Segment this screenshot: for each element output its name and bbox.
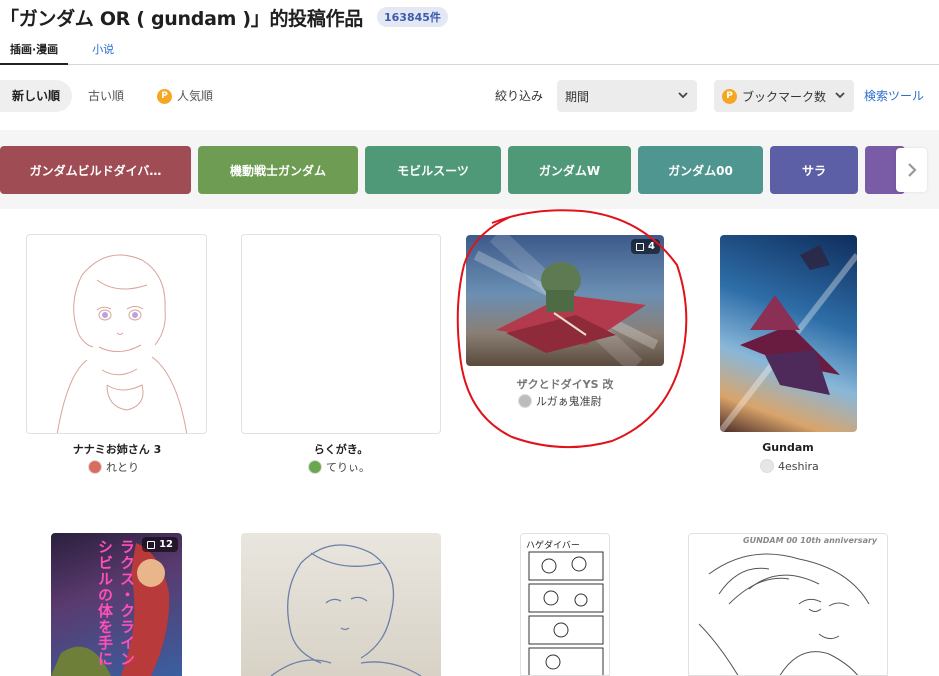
chevron-down-icon [678,92,688,99]
author-name: ルガぁ鬼准尉 [536,395,602,408]
sort-filter-bar: 新しい順 古い順 P 人気順 絞り込み 期間 P ブックマーク数 検索ツール [0,80,939,112]
tag-mobile-suit[interactable]: モビルスーツ [365,146,501,194]
tag-label: モビルスーツ [397,163,469,178]
work-title[interactable]: らくがき。 [241,441,441,457]
page-count-value: 12 [159,539,173,550]
filter-label: 絞り込み [495,89,544,103]
comic-header: ハゲダイバー [526,541,580,551]
pencil-girl-illustration [270,544,422,676]
sort-popular-button[interactable]: P 人気順 [157,80,213,112]
zaku-dodai-illustration [473,235,659,366]
pages-icon [147,540,156,549]
tag-mobile-suit-gundam[interactable]: 機動戦士ガンダム [198,146,358,194]
author-name: 4eshira [778,459,819,473]
anniversary-banner: GUNDAM 00 10th anniversary [743,536,878,545]
bookmark-count-select[interactable]: P ブックマーク数 [714,80,854,112]
page-title: 「ガンダム OR ( gundam )」的投稿作品 [0,7,363,30]
avatar [518,394,532,408]
search-tools-link[interactable]: 検索ツール [864,80,924,112]
work-thumbnail[interactable] [720,235,857,432]
page-count-badge: 4 [631,239,660,254]
tab-novel[interactable]: 小说 [82,37,124,65]
tag-sara[interactable]: サラ [770,146,858,194]
work-thumbnail[interactable]: GUNDAM 00 10th anniversary [688,533,888,676]
author-name: れとり [106,461,139,474]
work-author[interactable]: てりぃ。 [308,459,370,475]
tab-illustration-manga[interactable]: 插画·漫画 [0,37,69,65]
avatar [308,460,322,474]
work-thumbnail[interactable]: ハゲダイバー [520,533,610,676]
sort-popular-label: 人気順 [177,89,214,103]
avatar [760,459,774,473]
work-author[interactable]: 4eshira [760,459,819,473]
period-select[interactable]: 期間 [557,80,697,112]
work-thumbnail[interactable] [241,234,441,434]
work-author[interactable]: ルガぁ鬼准尉 [518,393,602,409]
cover-text: シビルの体を手に [96,539,114,667]
result-count-badge: 163845件 [376,7,448,27]
work-thumbnail[interactable]: シビルの体を手に ラクス・クライン 12 [51,533,182,676]
work-thumbnail[interactable]: 4 [466,235,664,366]
avatar [88,460,102,474]
sort-newest-button[interactable]: 新しい順 [0,80,72,112]
content-type-tabs: 插画·漫画 小说 [0,37,939,65]
sort-oldest-button[interactable]: 古い順 [88,80,124,112]
work-title[interactable]: ナナミお姉さん 3 [17,441,217,457]
page-count-badge: 12 [142,537,178,552]
premium-icon: P [157,88,172,104]
tag-gundam-w[interactable]: ガンダムW [508,146,631,194]
tag-gundam-00[interactable]: ガンダム00 [638,146,763,194]
tag-label: ガンダム00 [668,163,733,178]
work-author[interactable]: れとり [88,459,139,475]
page-count-value: 4 [648,241,655,252]
tag-label: ガンダムW [538,163,601,178]
author-name: てりぃ。 [326,461,370,474]
work-title[interactable]: Gundam [688,441,888,454]
premium-icon: P [722,88,737,104]
work-title[interactable]: ザクとドダイYS 改 [465,376,665,392]
tag-label: サラ [801,163,826,178]
work-thumbnail[interactable] [241,533,441,676]
chevron-right-icon [907,163,917,177]
four-panel-comic [528,551,604,675]
pages-icon [636,242,645,251]
period-select-value: 期間 [565,89,590,104]
sketch-girl-illustration [56,254,188,433]
tag-gundam-build-divers[interactable]: ガンダムビルドダイバ… [0,146,191,194]
tag-label: 機動戦士ガンダム [229,163,326,178]
bookmark-select-value: ブックマーク数 [742,89,827,104]
carousel-next-button[interactable] [896,148,927,192]
chevron-down-icon [835,92,845,99]
title-row: 「ガンダム OR ( gundam )」的投稿作品 163845件 [0,2,448,32]
related-tags-carousel: ガンダムビルドダイバ… 機動戦士ガンダム モビルスーツ ガンダムW ガンダム00… [0,130,939,209]
cover-text: ラクス・クライン [118,539,136,667]
gundam-flight-illustration [720,245,857,432]
work-thumbnail[interactable] [26,234,207,434]
tag-label: ガンダムビルドダイバ… [29,163,162,178]
lineart-character-illustration [698,553,870,675]
